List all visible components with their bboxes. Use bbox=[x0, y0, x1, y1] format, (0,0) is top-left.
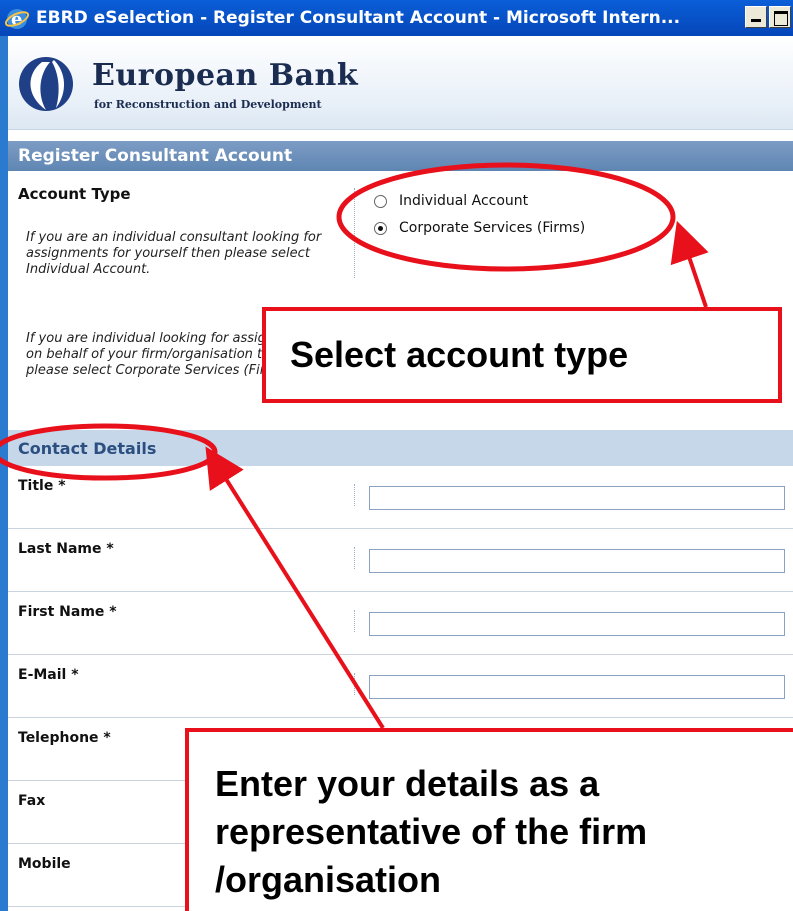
radio-button[interactable] bbox=[374, 194, 387, 208]
callout-text-line2: representative of the firm bbox=[215, 811, 648, 852]
email-input[interactable] bbox=[369, 675, 785, 699]
internet-explorer-icon: e bbox=[4, 9, 30, 30]
last-name-input[interactable] bbox=[369, 549, 785, 573]
first-name-input[interactable] bbox=[369, 612, 785, 636]
section-heading-contact: Contact Details bbox=[8, 430, 793, 466]
brand-title: European Bank bbox=[92, 58, 359, 93]
radio-corporate-services[interactable]: Corporate Services (Firms) bbox=[374, 220, 585, 236]
section-heading-register: Register Consultant Account bbox=[8, 141, 793, 171]
window-titlebar: e EBRD eSelection - Register Consultant … bbox=[0, 0, 793, 36]
maximize-button[interactable] bbox=[769, 6, 791, 28]
column-divider bbox=[354, 188, 355, 278]
radio-button-checked[interactable] bbox=[374, 221, 387, 235]
form-row-title: Title * bbox=[8, 466, 793, 529]
field-label: Title * bbox=[18, 478, 66, 494]
radio-label: Individual Account bbox=[399, 193, 529, 209]
field-label: Telephone * bbox=[18, 730, 111, 746]
title-input[interactable] bbox=[369, 486, 785, 510]
window-title: EBRD eSelection - Register Consultant Ac… bbox=[36, 8, 681, 28]
form-row-email: E-Mail * bbox=[8, 655, 793, 718]
field-divider bbox=[354, 484, 355, 506]
field-divider bbox=[354, 673, 355, 695]
brand-subtitle: for Reconstruction and Development bbox=[94, 98, 322, 111]
window-left-border bbox=[0, 36, 8, 911]
radio-individual-account[interactable]: Individual Account bbox=[374, 193, 528, 209]
field-divider bbox=[354, 547, 355, 569]
field-label: Fax bbox=[18, 793, 46, 809]
callout-enter-details: Enter your details as a representative o… bbox=[185, 728, 793, 911]
account-type-label: Account Type bbox=[18, 185, 131, 203]
field-label: First Name * bbox=[18, 604, 117, 620]
radio-label: Corporate Services (Firms) bbox=[399, 220, 586, 236]
field-label: Mobile bbox=[18, 856, 71, 872]
minimize-button[interactable] bbox=[745, 6, 767, 28]
field-label: Last Name * bbox=[18, 541, 114, 557]
field-divider bbox=[354, 610, 355, 632]
callout-text: Select account type bbox=[290, 334, 629, 375]
form-row-first-name: First Name * bbox=[8, 592, 793, 655]
callout-text-line3: /organisation bbox=[215, 859, 442, 900]
form-row-last-name: Last Name * bbox=[8, 529, 793, 592]
site-header: European Bank for Reconstruction and Dev… bbox=[8, 36, 793, 130]
help-text-individual: If you are an individual consultant look… bbox=[26, 230, 322, 277]
field-label: E-Mail * bbox=[18, 667, 79, 683]
ebrd-logo-icon bbox=[19, 57, 73, 111]
callout-select-account-type: Select account type bbox=[262, 307, 782, 403]
callout-text-line1: Enter your details as a bbox=[215, 763, 600, 804]
